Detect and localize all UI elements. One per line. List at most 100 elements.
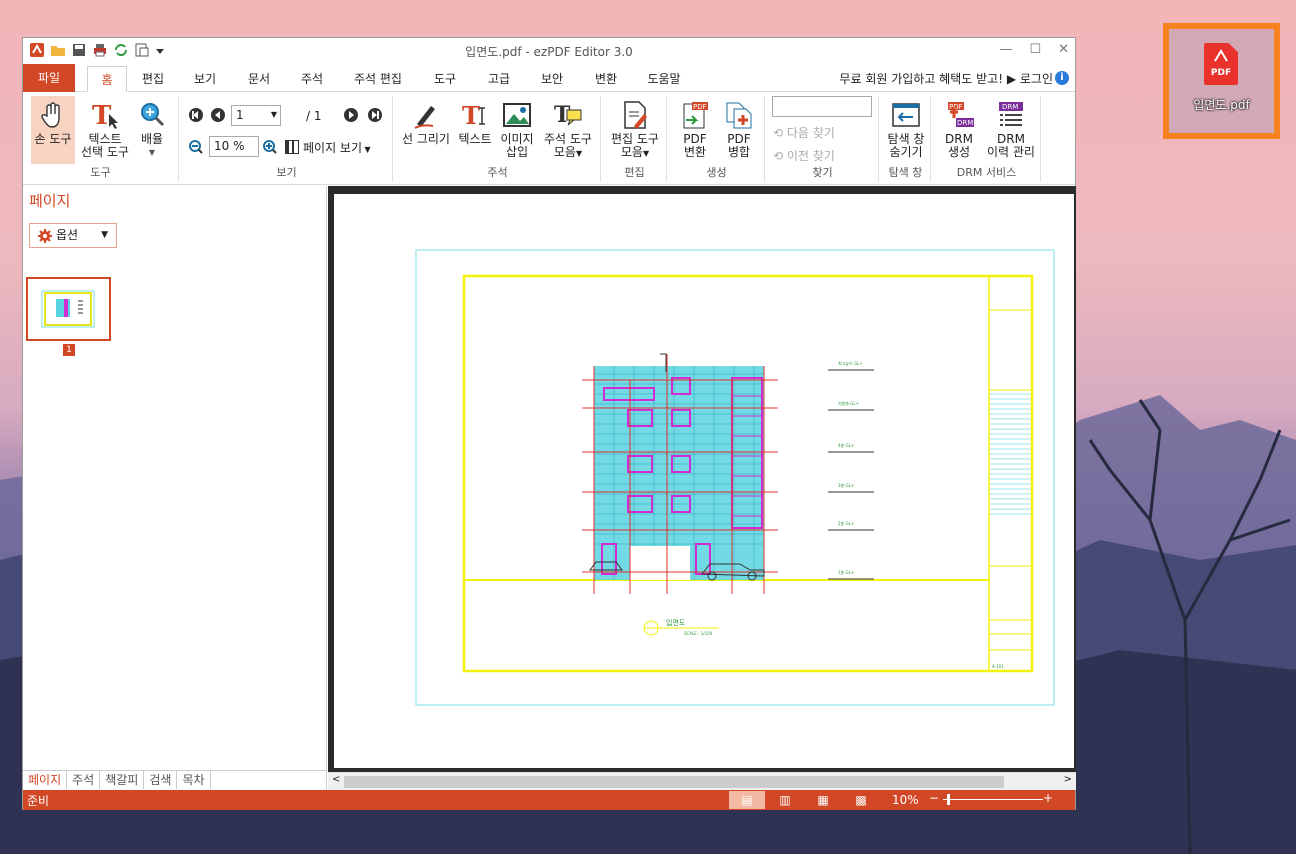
- single-page-view-icon[interactable]: ▤: [729, 791, 765, 809]
- app-window: 입면도.pdf - ezPDF Editor 3.0 — ☐ ✕ 파일 홈 편집…: [22, 37, 1076, 810]
- find-prev-icon: ⟲: [773, 149, 787, 163]
- continuous-view-icon[interactable]: ▦: [805, 791, 841, 809]
- tab-annotation-edit[interactable]: 주석 편집: [347, 66, 409, 92]
- tab-advanced[interactable]: 고급: [477, 66, 521, 92]
- minimize-icon[interactable]: —: [999, 42, 1012, 57]
- horizontal-scrollbar[interactable]: < >: [328, 772, 1076, 790]
- drm-create-button[interactable]: PDF DRM DRM 생성: [937, 100, 981, 159]
- magnifier-icon: [137, 100, 167, 130]
- panel-tab-pages[interactable]: 페이지: [23, 771, 68, 789]
- edit-document-icon: [620, 100, 650, 130]
- zoom-out-icon[interactable]: [189, 140, 203, 157]
- drm-history-button[interactable]: DRM DRM 이력 관리: [983, 100, 1039, 159]
- find-input[interactable]: [772, 96, 872, 117]
- pdf-page: 최고높이 GL+ 지붕층 GL+ 4층 GL+ 3층 GL+ 2층 GL+ 1층…: [334, 194, 1074, 768]
- page-number-input[interactable]: 1 ▼: [231, 105, 281, 126]
- level-label-3f: 3층 GL+: [838, 482, 854, 488]
- page-dropdown-icon: ▼: [270, 110, 277, 119]
- page-panel: 페이지 옵션 ▼ 1 페이지 주석 책갈피 검색 목차: [23, 186, 327, 790]
- panel-tab-toc[interactable]: 목차: [177, 771, 211, 789]
- window-title: 입면도.pdf - ezPDF Editor 3.0: [465, 45, 633, 59]
- tab-home[interactable]: 홈: [87, 66, 127, 92]
- last-page-icon[interactable]: [368, 108, 382, 125]
- zoom-tool-button[interactable]: 배율 ▼: [135, 96, 169, 159]
- insert-image-button[interactable]: 이미지 삽입: [497, 100, 537, 159]
- nav-pane-icon: [891, 100, 921, 130]
- edit-toolset-label-2: 모음: [620, 145, 643, 159]
- add-text-button[interactable]: T 텍스트: [455, 100, 495, 146]
- level-label-1f: 1층 GL+: [838, 569, 854, 575]
- document-view[interactable]: 최고높이 GL+ 지붕층 GL+ 4층 GL+ 3층 GL+ 2층 GL+ 1층…: [328, 186, 1076, 772]
- level-label-top: 최고높이 GL+: [838, 360, 863, 366]
- signup-promo-link[interactable]: 무료 회원 가입하고 혜택도 받고! ▶ 로그인: [839, 70, 1053, 87]
- tab-annotation[interactable]: 주석: [290, 66, 334, 92]
- draw-line-button[interactable]: 선 그리기: [399, 100, 453, 146]
- hand-tool-button[interactable]: 손 도구: [31, 96, 75, 164]
- level-label-4f: 4층 GL+: [838, 442, 854, 448]
- page-thumbnail[interactable]: [26, 277, 111, 341]
- pdf-merge-label-2: 병합: [727, 145, 751, 159]
- hide-nav-pane-button[interactable]: 탐색 창 숨기기: [883, 100, 929, 159]
- text-select-tool-button[interactable]: T 텍스트 선택 도구: [77, 96, 133, 159]
- annotation-toolset-dropdown-icon: ▼: [575, 149, 583, 158]
- tab-security[interactable]: 보안: [530, 66, 574, 92]
- panel-tab-search[interactable]: 검색: [144, 771, 178, 789]
- drm-create-label-2: 생성: [947, 145, 971, 159]
- panel-tab-annotations[interactable]: 주석: [67, 771, 101, 789]
- level-label-roof: 지붕층 GL+: [838, 400, 859, 406]
- prev-page-icon[interactable]: [211, 108, 225, 125]
- edit-toolset-button[interactable]: 편집 도구 모음▼: [607, 100, 663, 160]
- maximize-icon[interactable]: ☐: [1029, 42, 1041, 57]
- scrollbar-thumb[interactable]: [344, 776, 1004, 788]
- page-view-button[interactable]: 페이지 보기 ▼: [285, 139, 371, 156]
- annotation-toolset-button[interactable]: T 주석 도구 모음▼: [539, 100, 597, 160]
- first-page-icon[interactable]: [189, 108, 203, 125]
- text-cursor-icon: T: [90, 100, 120, 131]
- info-icon[interactable]: i: [1055, 71, 1069, 85]
- tab-tools[interactable]: 도구: [423, 66, 467, 92]
- tab-help[interactable]: 도움말: [637, 66, 691, 92]
- drm-history-label-2: 이력 관리: [987, 145, 1035, 159]
- zoom-input[interactable]: 10 %: [209, 136, 259, 157]
- page-view-dropdown-icon: ▼: [362, 145, 371, 154]
- two-page-view-icon[interactable]: ▥: [767, 791, 803, 809]
- annotation-toolset-label-2: 모음: [553, 145, 576, 159]
- next-page-icon[interactable]: [344, 108, 358, 125]
- zoom-minus-icon[interactable]: −: [929, 791, 939, 805]
- hand-icon: [38, 100, 68, 130]
- sheet-number: A-101: [992, 664, 1004, 669]
- group-tools-label: 도구: [90, 166, 111, 179]
- svg-text:DRM: DRM: [957, 119, 973, 127]
- find-prev-button[interactable]: ⟲ 이전 찾기: [773, 147, 835, 164]
- pdf-merge-button[interactable]: PDF 병합: [719, 100, 759, 159]
- tab-view[interactable]: 보기: [183, 66, 227, 92]
- tab-document[interactable]: 문서: [237, 66, 281, 92]
- close-icon[interactable]: ✕: [1058, 42, 1069, 57]
- find-next-button[interactable]: ⟲ 다음 찾기: [773, 124, 835, 141]
- zoom-in-icon[interactable]: [263, 140, 277, 157]
- status-zoom-level: 10%: [892, 793, 919, 807]
- tab-edit[interactable]: 편집: [131, 66, 175, 92]
- group-drm: PDF DRM DRM 생성 DRM DRM 이력 관리 DRM 서비스: [933, 96, 1041, 182]
- zoom-slider-knob[interactable]: [947, 794, 950, 805]
- group-drm-label: DRM 서비스: [956, 166, 1017, 179]
- thumbnail-page-number: 1: [63, 344, 75, 356]
- thumbnail-image: [41, 290, 95, 328]
- pdf-convert-button[interactable]: PDF PDF 변환: [675, 100, 715, 159]
- zoom-plus-icon[interactable]: +: [1043, 791, 1053, 805]
- find-prev-label: 이전 찾기: [786, 149, 835, 163]
- zoom-slider[interactable]: [943, 794, 1043, 805]
- options-button[interactable]: 옵션 ▼: [29, 223, 117, 248]
- scroll-right-icon[interactable]: >: [1064, 774, 1072, 785]
- tab-convert[interactable]: 변환: [584, 66, 628, 92]
- grid-view-icon[interactable]: ▩: [843, 791, 879, 809]
- page-panel-title: 페이지: [29, 192, 71, 210]
- desktop-pdf-file-icon[interactable]: PDF 입면도.pdf: [1163, 23, 1280, 139]
- group-edit: 편집 도구 모음▼ 편집: [603, 96, 667, 182]
- scroll-left-icon[interactable]: <: [332, 774, 340, 785]
- svg-text:T: T: [462, 101, 480, 130]
- panel-tab-bookmarks[interactable]: 책갈피: [100, 771, 145, 789]
- hide-nav-label-2: 숨기기: [889, 145, 923, 159]
- tab-file[interactable]: 파일: [23, 64, 75, 92]
- add-text-label: 텍스트: [458, 132, 492, 146]
